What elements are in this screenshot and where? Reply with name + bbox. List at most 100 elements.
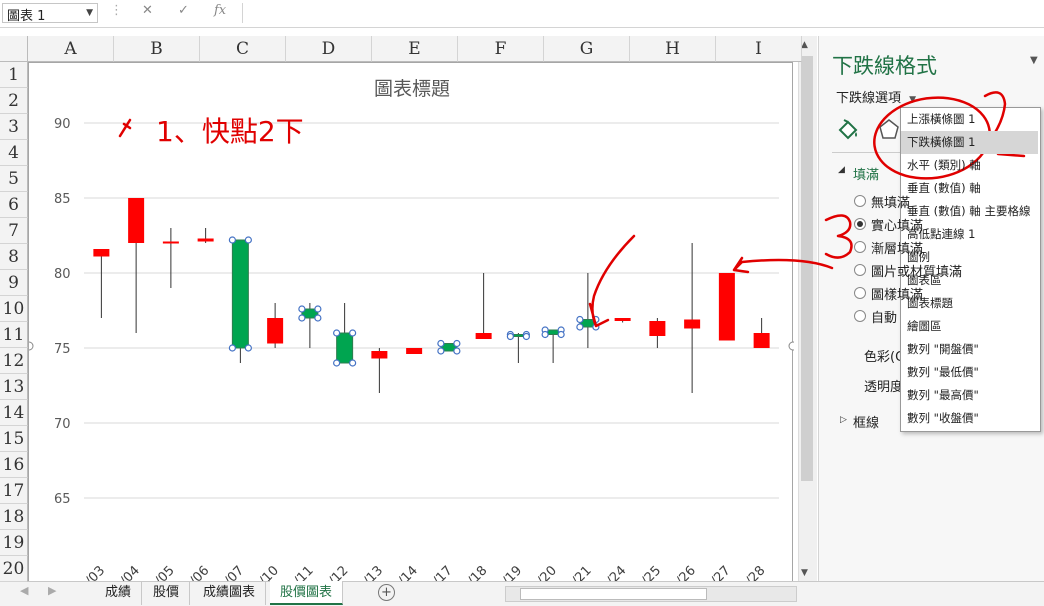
column-header-d[interactable]: D [286, 36, 372, 62]
selection-handle[interactable] [453, 347, 461, 355]
selection-handle[interactable] [298, 314, 306, 322]
selection-handle[interactable] [314, 314, 322, 322]
row-header-15[interactable]: 15 [0, 426, 28, 452]
row-header-16[interactable]: 16 [0, 452, 28, 478]
selection-handle[interactable] [244, 236, 252, 244]
column-header-b[interactable]: B [114, 36, 200, 62]
expand-icon[interactable]: ▷ [840, 415, 847, 425]
column-header-a[interactable]: A [28, 36, 114, 62]
dropdown-item[interactable]: 水平 (類別) 軸 [901, 154, 1038, 177]
row-header-6[interactable]: 6 [0, 192, 28, 218]
scroll-up-icon[interactable]: ▲ [801, 40, 808, 50]
sheet-tab-3[interactable]: 成績圖表 [193, 581, 267, 605]
pane-menu-chevron-icon[interactable]: ▼ [1030, 55, 1038, 66]
fx-icon[interactable]: fx [214, 3, 226, 18]
effects-icon[interactable] [878, 118, 900, 143]
column-header-h[interactable]: H [630, 36, 716, 62]
down-bar[interactable] [197, 238, 214, 242]
down-bar[interactable] [753, 333, 770, 348]
formula-input[interactable] [242, 3, 1043, 23]
fill-option-radio[interactable] [854, 195, 866, 207]
down-bar[interactable] [406, 348, 423, 354]
dropdown-item[interactable]: 垂直 (數值) 軸 [901, 177, 1038, 200]
selection-handle[interactable] [314, 305, 322, 313]
selection-handle[interactable] [541, 330, 549, 339]
column-header-e[interactable]: E [372, 36, 458, 62]
dropdown-item[interactable]: 數列 "最低價" [901, 361, 1038, 384]
sheet-tab-2[interactable]: 股價 [143, 581, 191, 605]
row-header-2[interactable]: 2 [0, 88, 28, 114]
down-bar[interactable] [718, 273, 735, 341]
column-header-c[interactable]: C [200, 36, 286, 62]
confirm-icon[interactable]: ✓ [178, 3, 189, 18]
row-header-19[interactable]: 19 [0, 530, 28, 556]
column-header-i[interactable]: I [716, 36, 802, 62]
fill-option-radio[interactable] [854, 310, 866, 322]
cancel-icon[interactable]: ✕ [142, 3, 153, 18]
collapse-icon[interactable]: ◢ [838, 165, 845, 175]
fill-section-header[interactable]: 填滿 [853, 164, 879, 183]
down-bar[interactable] [649, 321, 666, 336]
down-bar[interactable] [93, 249, 110, 257]
selection-handle[interactable] [437, 339, 445, 348]
down-bar[interactable] [162, 241, 179, 244]
tab-prev-icon[interactable]: ◀ [20, 584, 28, 597]
dropdown-item[interactable]: 數列 "開盤價" [901, 338, 1038, 361]
chart-resize-handle[interactable] [29, 341, 34, 351]
selection-handle[interactable] [228, 236, 236, 244]
row-header-1[interactable]: 1 [0, 62, 28, 88]
add-sheet-icon[interactable]: + [378, 584, 395, 601]
up-bar[interactable] [231, 239, 249, 349]
row-header-20[interactable]: 20 [0, 556, 28, 582]
dropdown-item[interactable]: 數列 "收盤價" [901, 407, 1038, 430]
row-header-4[interactable]: 4 [0, 140, 28, 166]
fill-option-radio[interactable] [854, 264, 866, 276]
border-section-header[interactable]: 框線 [853, 412, 879, 431]
down-bar[interactable] [614, 318, 631, 321]
dropdown-item[interactable]: 下跌橫條圖 1 [901, 131, 1038, 154]
row-header-18[interactable]: 18 [0, 504, 28, 530]
fill-option-radio[interactable] [854, 218, 866, 230]
sheet-tab-1[interactable]: 成績 [95, 581, 143, 605]
dropdown-item[interactable]: 圖表區 [901, 269, 1038, 292]
row-header-8[interactable]: 8 [0, 244, 28, 270]
name-box[interactable]: 圖表 1 ▼ [2, 3, 98, 24]
selection-handle[interactable] [333, 359, 341, 367]
stock-chart[interactable]: 圖表標題657075808590109/02/03109/02/04109/02… [28, 62, 794, 583]
pane-options-dropdown[interactable]: 下跌線選項 ▼ [836, 87, 916, 106]
dropdown-item[interactable]: 垂直 (數值) 軸 主要格線 [901, 200, 1038, 223]
down-bar[interactable] [128, 198, 145, 243]
dropdown-item[interactable]: 圖例 [901, 246, 1038, 269]
vertical-scroll-thumb[interactable] [801, 56, 813, 481]
row-header-17[interactable]: 17 [0, 478, 28, 504]
row-header-9[interactable]: 9 [0, 270, 28, 296]
row-header-11[interactable]: 11 [0, 322, 28, 348]
row-header-12[interactable]: 12 [0, 348, 28, 374]
scroll-down-icon[interactable]: ▼ [801, 568, 808, 578]
horizontal-scroll-thumb[interactable] [520, 588, 707, 600]
fill-line-icon[interactable] [836, 116, 860, 143]
column-header-g[interactable]: G [544, 36, 630, 62]
selection-handle[interactable] [349, 329, 357, 337]
row-header-7[interactable]: 7 [0, 218, 28, 244]
selection-handle[interactable] [522, 332, 530, 341]
selection-handle[interactable] [244, 344, 252, 352]
selection-handle[interactable] [592, 315, 600, 324]
selection-handle[interactable] [506, 332, 514, 341]
down-bar[interactable] [267, 318, 284, 344]
up-bar[interactable] [336, 332, 354, 364]
tab-next-icon[interactable]: ▶ [48, 584, 56, 597]
row-header-14[interactable]: 14 [0, 400, 28, 426]
dropdown-item[interactable]: 數列 "最高價" [901, 384, 1038, 407]
selection-handle[interactable] [557, 330, 565, 339]
selection-handle[interactable] [228, 344, 236, 352]
chart-resize-handle[interactable] [788, 341, 794, 351]
dropdown-item[interactable]: 繪圖區 [901, 315, 1038, 338]
row-header-10[interactable]: 10 [0, 296, 28, 322]
sheet-tab-4[interactable]: 股價圖表 [270, 581, 344, 605]
dropdown-item[interactable]: 高低點連線 1 [901, 223, 1038, 246]
selection-handle[interactable] [453, 339, 461, 348]
column-header-f[interactable]: F [458, 36, 544, 62]
selection-handle[interactable] [576, 315, 584, 324]
fill-option-radio[interactable] [854, 287, 866, 299]
